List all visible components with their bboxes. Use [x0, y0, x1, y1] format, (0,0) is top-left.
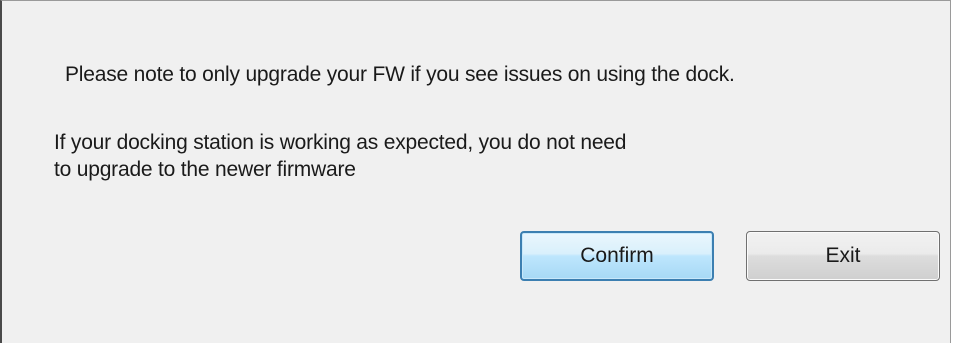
firmware-upgrade-dialog: Please note to only upgrade your FW if y… — [0, 0, 951, 343]
no-upgrade-needed-text: If your docking station is working as ex… — [54, 129, 626, 183]
confirm-button[interactable]: Confirm — [520, 231, 714, 281]
upgrade-note-text: Please note to only upgrade your FW if y… — [65, 63, 735, 86]
no-upgrade-needed-line-1: If your docking station is working as ex… — [54, 131, 627, 154]
no-upgrade-needed-line-2: to upgrade to the newer firmware — [54, 158, 356, 181]
exit-button[interactable]: Exit — [746, 231, 940, 281]
